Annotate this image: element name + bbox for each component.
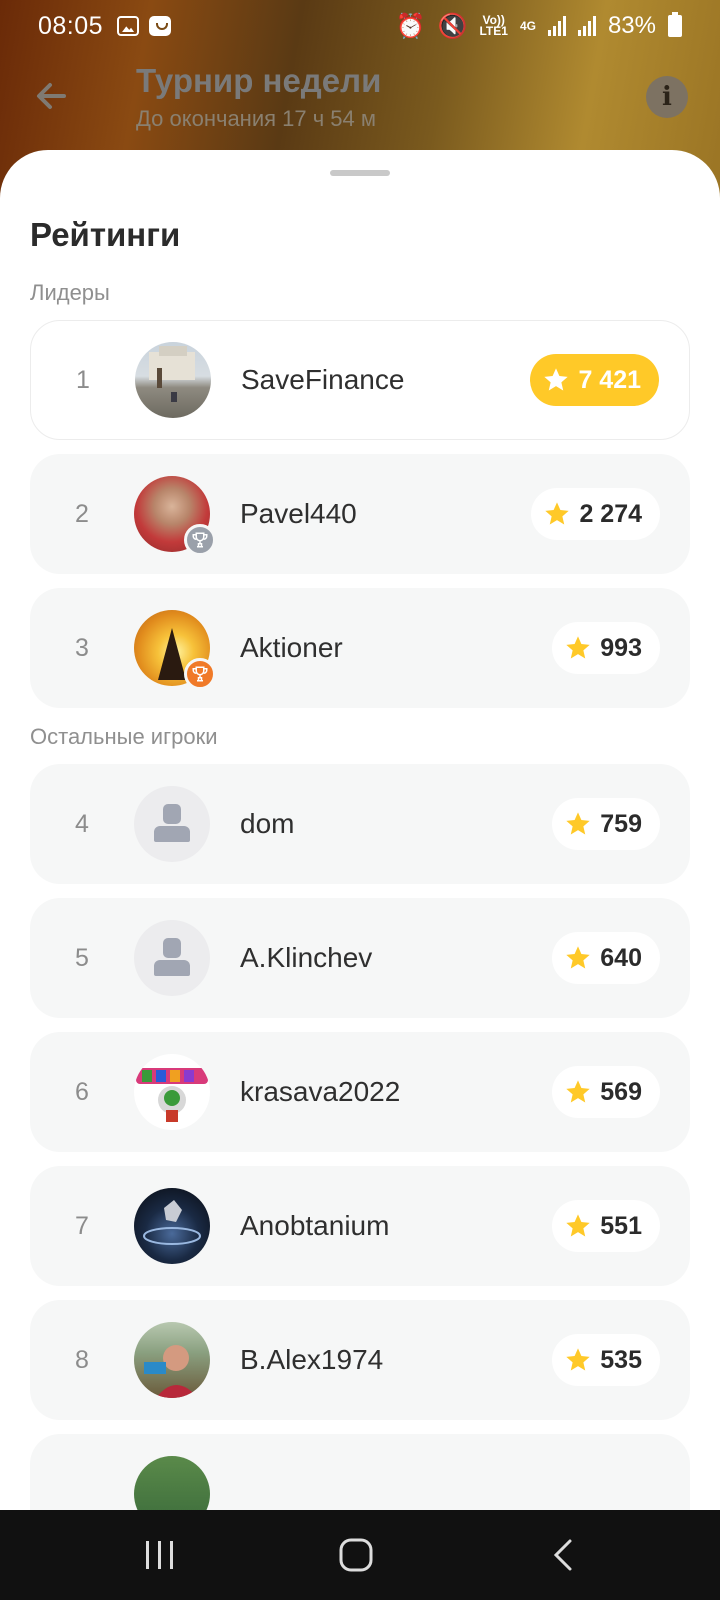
alarm-icon: ⏰ [395, 12, 426, 40]
score-badge: 535 [552, 1334, 660, 1386]
avatar [134, 1456, 210, 1510]
player-name: Anobtanium [240, 1210, 390, 1241]
trophy-icon [192, 666, 208, 682]
signal-icon [547, 16, 566, 36]
page-subtitle: До окончания 17 ч 54 м [136, 106, 377, 131]
score-badge: 640 [552, 932, 660, 984]
sheet-title: Рейтинги [30, 216, 181, 253]
star-icon [566, 1080, 590, 1103]
player-row-6[interactable]: 6 krasava2022 569 [30, 1032, 690, 1152]
status-time: 08:05 [38, 11, 104, 40]
avatar [134, 1188, 210, 1264]
rank-number: 8 [75, 1345, 89, 1374]
back-button[interactable] [30, 74, 74, 118]
info-icon: i [662, 82, 672, 112]
person-icon [154, 938, 190, 978]
player-name: krasava2022 [240, 1076, 401, 1107]
app-header: Турнир недели До окончания 17 ч 54 м i [0, 58, 720, 138]
rank-number: 4 [75, 809, 89, 838]
player-name: Aktioner [240, 632, 343, 663]
rank-number: 3 [75, 633, 89, 662]
status-bar: 08:05 ⏰ 🔇 Vo)) LTE1 4G 83% [0, 0, 720, 52]
leader-row-3[interactable]: 3 Aktioner 993 [30, 588, 690, 708]
drag-handle[interactable] [330, 170, 390, 176]
person-icon [154, 804, 190, 844]
gallery-icon [117, 16, 140, 36]
player-row-8[interactable]: 8 B.Alex1974 535 [30, 1300, 690, 1420]
signal-icon-2 [577, 16, 596, 36]
star-icon [566, 636, 590, 659]
rank-number: 2 [75, 499, 89, 528]
score-badge: 7 421 [530, 354, 659, 406]
others-label: Остальные игроки [30, 724, 218, 749]
leader-row-2[interactable]: 2 Pavel440 2 274 [30, 454, 690, 574]
star-icon [545, 502, 570, 525]
player-name: A.Klinchev [240, 942, 373, 973]
bronze-trophy-badge [184, 658, 216, 690]
player-row-partial[interactable] [30, 1434, 690, 1510]
info-button[interactable]: i [646, 76, 688, 118]
avatar [134, 610, 216, 690]
avatar [134, 476, 216, 556]
arrow-left-icon [37, 83, 66, 109]
back-nav-button[interactable] [544, 1535, 584, 1575]
system-nav-bar [0, 1510, 720, 1600]
avatar-placeholder [134, 920, 210, 996]
player-row-4[interactable]: 4 dom 759 [30, 764, 690, 884]
shopping-bag-icon [149, 16, 172, 36]
star-icon [566, 946, 590, 969]
star-icon [566, 1348, 590, 1371]
page-title: Турнир недели [136, 62, 382, 99]
leader-row-1[interactable]: 1 SaveFinance 7 421 [30, 320, 690, 440]
network-type: 4G [519, 18, 536, 33]
star-icon [544, 368, 569, 391]
star-icon [566, 812, 590, 835]
score-badge: 759 [552, 798, 660, 850]
battery-icon [668, 12, 682, 37]
player-name: Pavel440 [240, 498, 357, 529]
player-name: B.Alex1974 [240, 1344, 384, 1375]
star-icon [566, 1214, 590, 1237]
score-badge: 2 274 [531, 488, 660, 540]
player-name: dom [240, 808, 295, 839]
leaders-label: Лидеры [30, 280, 110, 305]
silver-trophy-badge [184, 524, 216, 556]
player-name: SaveFinance [241, 364, 405, 395]
player-row-7[interactable]: 7 Anobtanium 551 [30, 1166, 690, 1286]
avatar [135, 342, 211, 418]
rank-number: 5 [75, 943, 89, 972]
score-badge: 551 [552, 1200, 660, 1252]
battery-percent: 83% [607, 12, 656, 39]
avatar [134, 1322, 210, 1398]
score-badge: 569 [552, 1066, 660, 1118]
home-button[interactable] [336, 1535, 376, 1575]
ratings-sheet: Рейтинги Лидеры 1 SaveFinance 7 421 2 Pa… [0, 150, 720, 1510]
mute-icon: 🔇 [437, 12, 468, 40]
avatar [134, 1054, 210, 1130]
rank-number: 7 [75, 1211, 89, 1240]
recent-apps-button[interactable] [140, 1535, 180, 1575]
trophy-icon [192, 532, 208, 548]
avatar-placeholder [134, 786, 210, 862]
player-row-5[interactable]: 5 A.Klinchev 640 [30, 898, 690, 1018]
volte-indicator: Vo)) LTE1 [479, 13, 508, 38]
score-badge: 993 [552, 622, 660, 674]
rank-number: 6 [75, 1077, 89, 1106]
rank-number: 1 [76, 365, 90, 394]
